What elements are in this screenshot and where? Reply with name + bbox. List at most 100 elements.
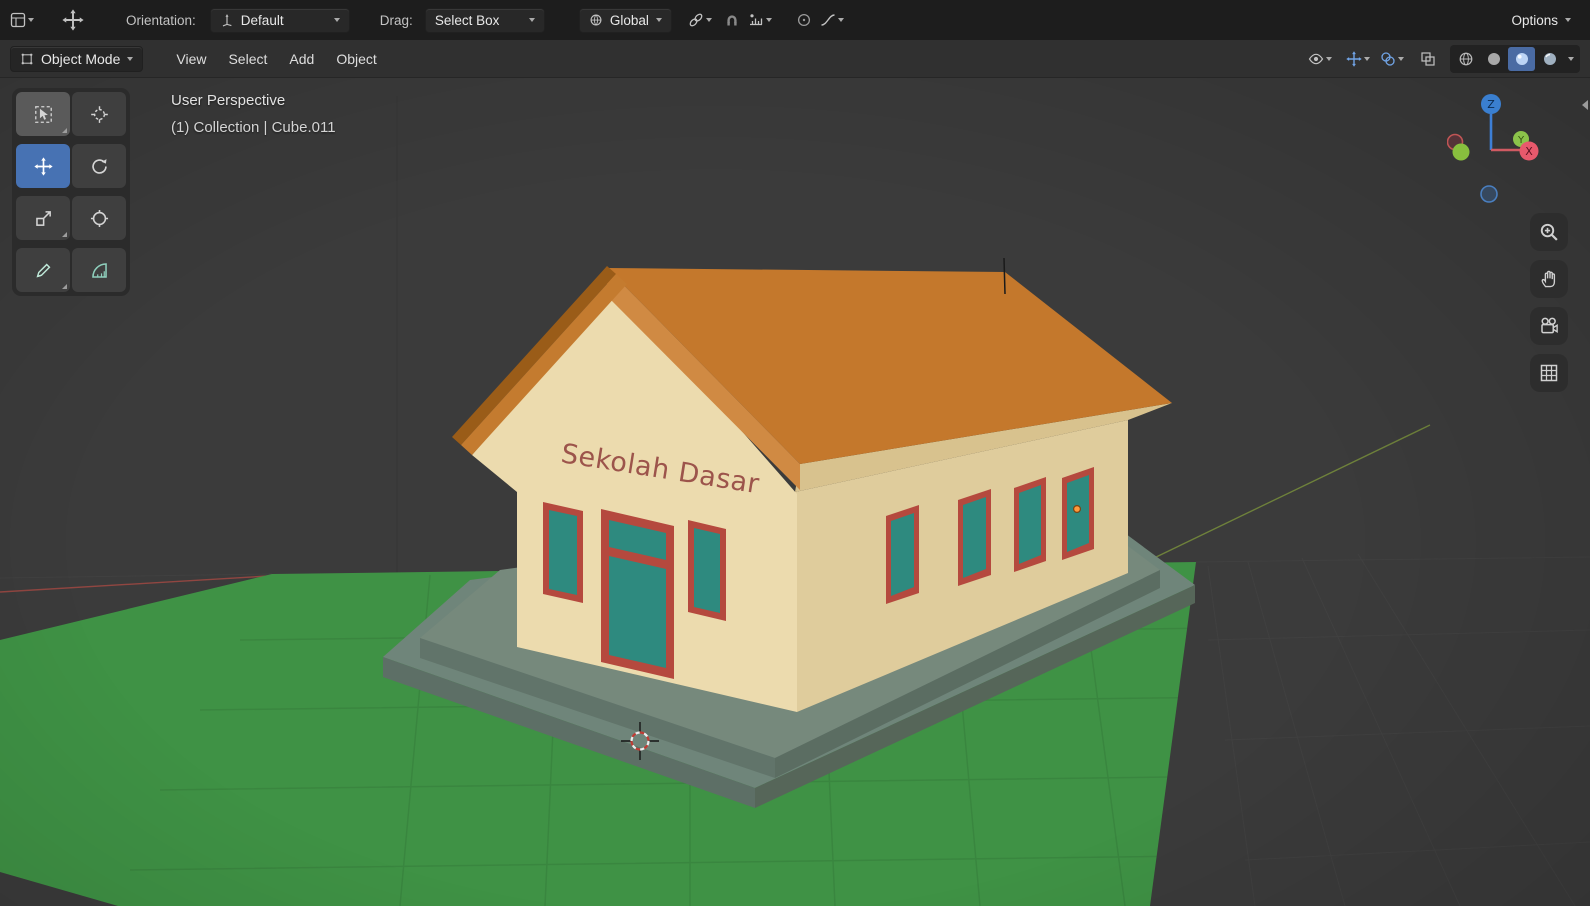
xray-toggle[interactable]: [1420, 51, 1436, 67]
menu-select[interactable]: Select: [217, 46, 278, 72]
wireframe-icon: [1458, 51, 1474, 67]
active-object-breadcrumb: (1) Collection | Cube.011: [171, 119, 336, 136]
tool-select-box[interactable]: [16, 92, 70, 136]
side-window-4[interactable]: [1062, 467, 1094, 560]
snap-toggle[interactable]: [724, 12, 740, 28]
visibility-dropdown[interactable]: [1308, 51, 1332, 67]
scale-icon: [34, 209, 53, 228]
pivot-dropdown[interactable]: Global: [578, 7, 672, 33]
shading-wireframe-button[interactable]: [1452, 47, 1479, 71]
proportional-connected-dropdown[interactable]: [688, 12, 712, 28]
viewport-overlay-text: User Perspective (1) Collection | Cube.0…: [171, 92, 336, 136]
tool-measure[interactable]: [72, 248, 126, 292]
tool-rotate[interactable]: [72, 144, 126, 188]
chevron-down-icon: [655, 18, 662, 22]
editor-type-icon: [10, 12, 26, 28]
snap-with-dropdown[interactable]: [748, 12, 772, 28]
gizmo-neg-y-ball[interactable]: [1452, 143, 1470, 161]
pivot-value: Global: [609, 12, 649, 28]
transform-icon: [90, 209, 109, 228]
chevron-down-icon: [1565, 18, 1571, 22]
side-window-2[interactable]: [958, 489, 991, 586]
proportional-circle-icon: [796, 12, 812, 28]
cursor-3d-icon: [90, 105, 109, 124]
select-box-icon: [34, 105, 53, 124]
navigation-gizmo[interactable]: Y X Z: [1447, 90, 1547, 208]
measure-icon: [90, 261, 109, 280]
show-gizmos-dropdown[interactable]: [1346, 51, 1370, 67]
tool-scale[interactable]: [16, 196, 70, 240]
chevron-down-icon: [1326, 56, 1332, 61]
orientation-value: Default: [240, 12, 284, 28]
front-window-left[interactable]: [543, 502, 583, 603]
annotate-icon: [34, 261, 53, 280]
snap-increment-icon: [748, 12, 764, 28]
side-window-3[interactable]: [1014, 477, 1046, 572]
falloff-dropdown[interactable]: [820, 12, 844, 28]
shading-material-button[interactable]: [1508, 46, 1535, 71]
shading-rendered-button[interactable]: [1536, 47, 1563, 71]
pan-button[interactable]: [1530, 260, 1568, 298]
tool-cursor[interactable]: [72, 92, 126, 136]
chevron-down-icon: [528, 18, 535, 22]
move-icon: [34, 157, 53, 176]
gizmo-z-ball[interactable]: Z: [1481, 94, 1501, 114]
global-axes-icon: [589, 13, 603, 27]
sidebar-collapse-chevron[interactable]: [1582, 100, 1588, 110]
view-perspective-label: User Perspective: [171, 92, 286, 109]
xray-icon: [1420, 51, 1436, 67]
front-door[interactable]: [601, 509, 674, 679]
chevron-down-icon: [1398, 56, 1404, 61]
chevron-down-icon: [765, 18, 772, 22]
camera-view-button[interactable]: [1530, 307, 1568, 345]
object-origin-dot: [1072, 505, 1081, 514]
menu-object[interactable]: Object: [325, 46, 387, 72]
show-overlays-dropdown[interactable]: [1380, 51, 1404, 67]
hand-icon: [1539, 269, 1559, 289]
gizmo-neg-z-ball[interactable]: [1480, 185, 1498, 203]
svg-text:Z: Z: [1487, 98, 1495, 111]
options-label: Options: [1511, 12, 1558, 28]
orientation-dropdown[interactable]: Default: [209, 7, 350, 33]
drag-dropdown[interactable]: Select Box: [424, 7, 545, 33]
chevron-down-icon: [1568, 56, 1574, 61]
transform-widget-icon[interactable]: [62, 9, 84, 31]
shading-solid-button[interactable]: [1480, 47, 1507, 71]
chevron-down-icon: [837, 18, 844, 22]
viewport-nav-buttons: [1530, 213, 1568, 392]
zoom-button[interactable]: [1530, 213, 1568, 251]
mode-dropdown[interactable]: Object Mode: [10, 45, 144, 72]
eye-icon: [1308, 51, 1324, 67]
orientation-icon: [220, 13, 234, 27]
tool-annotate[interactable]: [16, 248, 70, 292]
menu-view[interactable]: View: [165, 46, 217, 72]
rotate-icon: [90, 157, 109, 176]
editor-type-dropdown[interactable]: [10, 12, 34, 28]
proportional-editing-toggle[interactable]: [796, 12, 812, 28]
zoom-icon: [1539, 222, 1559, 242]
grid-icon: [1539, 363, 1559, 383]
menu-add[interactable]: Add: [278, 46, 325, 72]
link-icon: [688, 12, 704, 28]
front-window-right[interactable]: [688, 520, 726, 621]
viewport-header-bar: Object Mode View Select Add Object: [0, 40, 1590, 78]
tool-move[interactable]: [16, 144, 70, 188]
drag-label: Drag:: [379, 12, 413, 28]
svg-text:X: X: [1525, 145, 1533, 158]
toolbar-tools: [12, 88, 130, 296]
gizmo-x-ball[interactable]: X: [1519, 141, 1539, 161]
chevron-down-icon: [127, 56, 134, 61]
magnet-icon: [724, 12, 740, 28]
chevron-down-icon: [1364, 56, 1370, 61]
toggle-ortho-button[interactable]: [1530, 354, 1568, 392]
options-dropdown[interactable]: Options: [1502, 9, 1580, 32]
gizmo-icon: [1346, 51, 1362, 67]
chevron-down-icon: [28, 18, 34, 22]
chevron-down-icon: [333, 18, 340, 22]
solid-sphere-icon: [1486, 51, 1502, 67]
camera-icon: [1539, 316, 1559, 336]
side-window-1[interactable]: [886, 505, 919, 604]
ridge-edge: [1003, 257, 1006, 295]
tool-transform[interactable]: [72, 196, 126, 240]
falloff-curve-icon: [820, 12, 836, 28]
